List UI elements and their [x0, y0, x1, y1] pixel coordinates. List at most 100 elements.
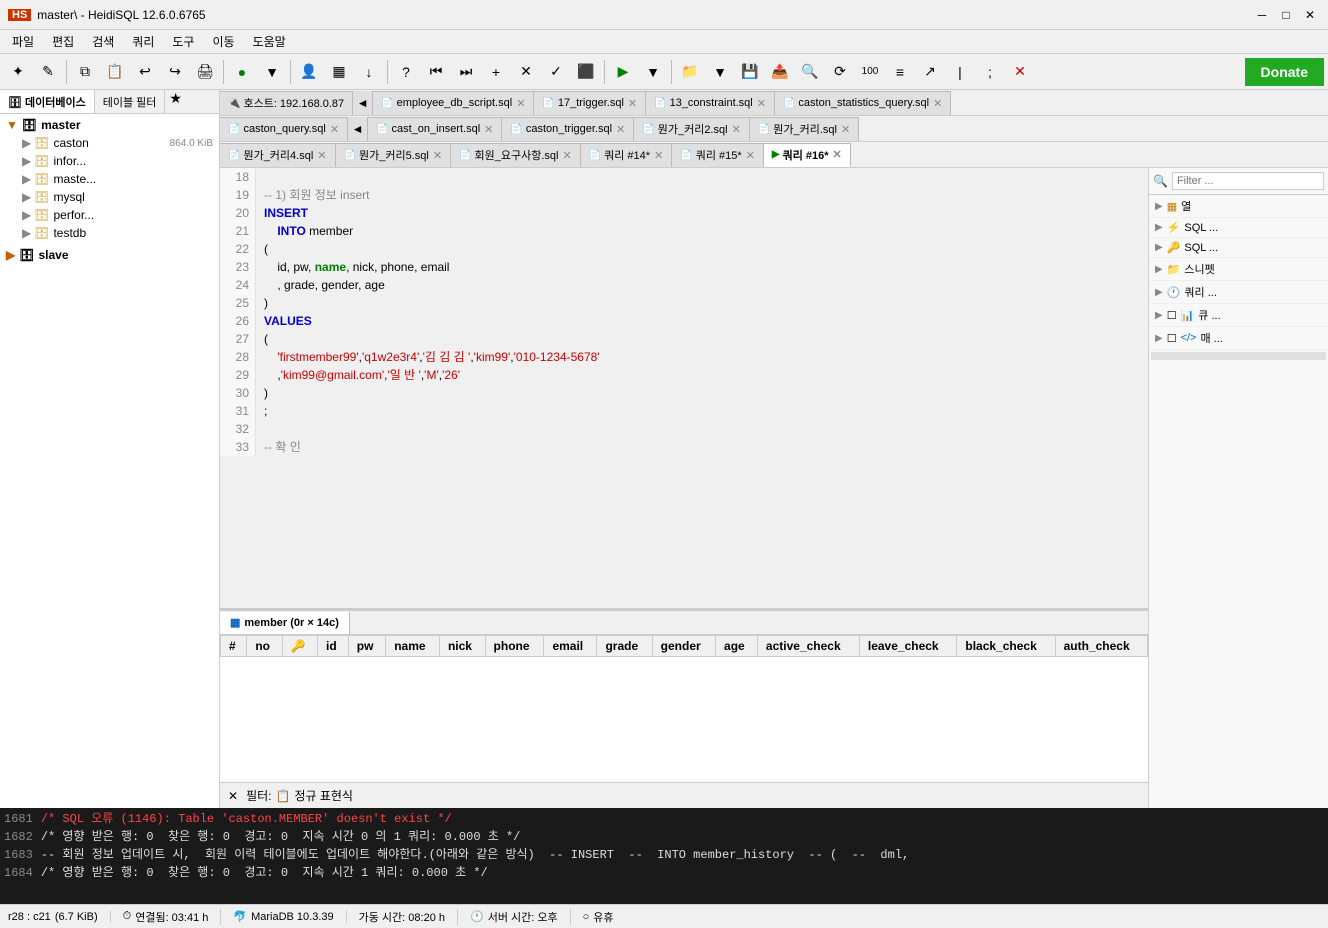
- tb-stats-btn[interactable]: ≡: [886, 58, 914, 86]
- close-filter-btn[interactable]: ✕: [228, 789, 238, 803]
- tb-refresh-btn[interactable]: ⟳: [826, 58, 854, 86]
- tb-prev-btn[interactable]: ⏮: [422, 58, 450, 86]
- query2-tab-close[interactable]: ✕: [732, 123, 741, 136]
- tb-connect-drop[interactable]: ▼: [258, 58, 286, 86]
- doc-tab-employee[interactable]: 📄 employee_db_script.sql ✕: [373, 91, 534, 115]
- doc-tab-13constraint[interactable]: 📄 13_constraint.sql ✕: [646, 91, 775, 115]
- doc-tab-query2[interactable]: 📄 뭔가_커리2.sql ✕: [634, 117, 750, 141]
- menu-query[interactable]: 쿼리: [124, 31, 162, 52]
- doc-tab-caston-stats[interactable]: 📄 caston_statistics_query.sql ✕: [775, 91, 951, 115]
- 17trigger-tab-close[interactable]: ✕: [628, 97, 637, 110]
- doc-tab-caston-query[interactable]: 📄 caston_query.sql ✕: [220, 117, 348, 141]
- tb-search-btn[interactable]: 🔍: [796, 58, 824, 86]
- query-main-tab-close[interactable]: ✕: [841, 123, 850, 136]
- menu-navigate[interactable]: 이동: [204, 31, 242, 52]
- 13constraint-tab-close[interactable]: ✕: [757, 97, 766, 110]
- tb-del-btn[interactable]: ✕: [512, 58, 540, 86]
- tab-arrow2[interactable]: ◄: [348, 117, 368, 141]
- side-panel-columns[interactable]: ▶ ▦ 열: [1149, 195, 1328, 218]
- menu-edit[interactable]: 편집: [44, 31, 82, 52]
- tb-insert-btn[interactable]: ↓: [355, 58, 383, 86]
- tb-folder-btn[interactable]: 📁: [676, 58, 704, 86]
- tb-paste-btn[interactable]: 📋: [101, 58, 129, 86]
- tb-terminal-btn[interactable]: ;: [976, 58, 1004, 86]
- side-panel-snippet[interactable]: ▶ 📁 스니펫: [1149, 258, 1328, 281]
- tb-add-btn[interactable]: +: [482, 58, 510, 86]
- side-panel-history[interactable]: ▶ 🕐 쿼리 ...: [1149, 281, 1328, 304]
- tree-item-master[interactable]: ▼ 🗄 master: [2, 116, 217, 134]
- doc-tab-host[interactable]: 🔌 호스트: 192.168.0.87: [220, 91, 353, 115]
- tree-item-maste[interactable]: ▶ 🗄 maste...: [2, 170, 217, 188]
- close-button[interactable]: ✕: [1300, 5, 1320, 25]
- side-panel-sql1[interactable]: ▶ ⚡ SQL ...: [1149, 218, 1328, 238]
- log-area[interactable]: 1681/* SQL 오류 (1146): Table 'caston.MEMB…: [0, 808, 1328, 904]
- tree-item-mysql[interactable]: ▶ 🗄 mysql: [2, 188, 217, 206]
- side-panel-chart[interactable]: ▶ ☐ 📊 큐 ...: [1149, 304, 1328, 327]
- doc-tab-17trigger[interactable]: 📄 17_trigger.sql ✕: [534, 91, 646, 115]
- doc-tab-query4[interactable]: 📄 뭔가_커리4.sql ✕: [220, 143, 336, 167]
- doc-tab-query-main[interactable]: 📄 뭔가_커리.sql ✕: [750, 117, 859, 141]
- caston-trigger-tab-close[interactable]: ✕: [616, 123, 625, 136]
- menu-help[interactable]: 도움말: [245, 31, 294, 52]
- query4-tab-close[interactable]: ✕: [317, 149, 326, 162]
- donate-button[interactable]: Donate: [1245, 58, 1324, 86]
- doc-tab-query14[interactable]: 📄 쿼리 #14* ✕: [581, 143, 673, 167]
- doc-tab-query15[interactable]: 📄 쿼리 #15* ✕: [672, 143, 764, 167]
- tb-pipe-btn[interactable]: |: [946, 58, 974, 86]
- query15-tab-close[interactable]: ✕: [746, 149, 755, 162]
- tb-table-btn[interactable]: ▦: [325, 58, 353, 86]
- minimize-button[interactable]: ─: [1252, 5, 1272, 25]
- sidebar-tab-db[interactable]: 🗄 데이터베이스: [0, 90, 95, 113]
- maximize-button[interactable]: □: [1276, 5, 1296, 25]
- tb-counter-btn[interactable]: 100: [856, 58, 884, 86]
- tree-item-perfor[interactable]: ▶ 🗄 perfor...: [2, 206, 217, 224]
- tab-arrow1[interactable]: ◄: [353, 91, 373, 115]
- caston-stats-tab-close[interactable]: ✕: [933, 97, 942, 110]
- sidebar-star-btn[interactable]: ★: [169, 90, 182, 113]
- tb-stop-btn[interactable]: ⬛: [572, 58, 600, 86]
- tree-item-infor[interactable]: ▶ 🗄 infor...: [2, 152, 217, 170]
- tb-run-btn[interactable]: ▶: [609, 58, 637, 86]
- tb-run-drop[interactable]: ▼: [639, 58, 667, 86]
- code-editor[interactable]: 18 19 -- 1) 회원 정보 insert 20 INSERT 21 IN…: [220, 168, 1148, 608]
- sidebar-tab-filter[interactable]: 테이블 필터: [95, 90, 166, 113]
- result-table-area[interactable]: # no 🔑 id pw name nick phone email gr: [220, 635, 1148, 782]
- tb-print-btn[interactable]: 🖨: [191, 58, 219, 86]
- tb-pen-btn[interactable]: ✎: [34, 58, 62, 86]
- tb-folder-drop[interactable]: ▼: [706, 58, 734, 86]
- tb-save-btn[interactable]: 💾: [736, 58, 764, 86]
- tb-export-btn[interactable]: 📤: [766, 58, 794, 86]
- result-tab-member[interactable]: ▦ member (0r × 14c): [220, 612, 350, 634]
- query16-tab-close[interactable]: ✕: [833, 148, 842, 161]
- side-panel-sql2[interactable]: ▶ 🔑 SQL ...: [1149, 238, 1328, 258]
- doc-tab-cast-insert[interactable]: 📄 cast_on_insert.sql ✕: [368, 117, 502, 141]
- doc-tab-caston-trigger[interactable]: 📄 caston_trigger.sql ✕: [502, 117, 634, 141]
- employee-tab-close[interactable]: ✕: [516, 97, 525, 110]
- tree-item-caston[interactable]: ▶ 🗄 caston 864.0 KiB: [2, 134, 217, 152]
- tb-redo-btn[interactable]: ↪: [161, 58, 189, 86]
- tree-item-testdb[interactable]: ▶ 🗄 testdb: [2, 224, 217, 242]
- query5-tab-close[interactable]: ✕: [433, 149, 442, 162]
- menu-tools[interactable]: 도구: [164, 31, 202, 52]
- tree-item-slave[interactable]: ▶ 🗄 slave: [2, 246, 217, 264]
- tb-new-btn[interactable]: ✦: [4, 58, 32, 86]
- tb-user-btn[interactable]: 👤: [295, 58, 323, 86]
- tb-next-btn[interactable]: ⏭: [452, 58, 480, 86]
- tb-export2-btn[interactable]: ↗: [916, 58, 944, 86]
- menu-file[interactable]: 파일: [4, 31, 42, 52]
- tb-copy-btn[interactable]: ⧉: [71, 58, 99, 86]
- tb-check-btn[interactable]: ✓: [542, 58, 570, 86]
- menu-search[interactable]: 검색: [84, 31, 122, 52]
- member-req-tab-close[interactable]: ✕: [562, 149, 571, 162]
- doc-tab-member-req[interactable]: 📄 회원_요구사항.sql ✕: [451, 143, 581, 167]
- caston-query-tab-close[interactable]: ✕: [330, 123, 339, 136]
- side-panel-macro[interactable]: ▶ ☐ </> 매 ...: [1149, 327, 1328, 350]
- query14-tab-close[interactable]: ✕: [654, 149, 663, 162]
- tb-undo-btn[interactable]: ↩: [131, 58, 159, 86]
- filter-input[interactable]: [1172, 172, 1324, 190]
- tb-x-btn[interactable]: ✕: [1006, 58, 1034, 86]
- doc-tab-query5[interactable]: 📄 뭔가_커리5.sql ✕: [336, 143, 452, 167]
- tb-help-btn[interactable]: ?: [392, 58, 420, 86]
- cast-insert-tab-close[interactable]: ✕: [484, 123, 493, 136]
- tb-connect-btn[interactable]: ●: [228, 58, 256, 86]
